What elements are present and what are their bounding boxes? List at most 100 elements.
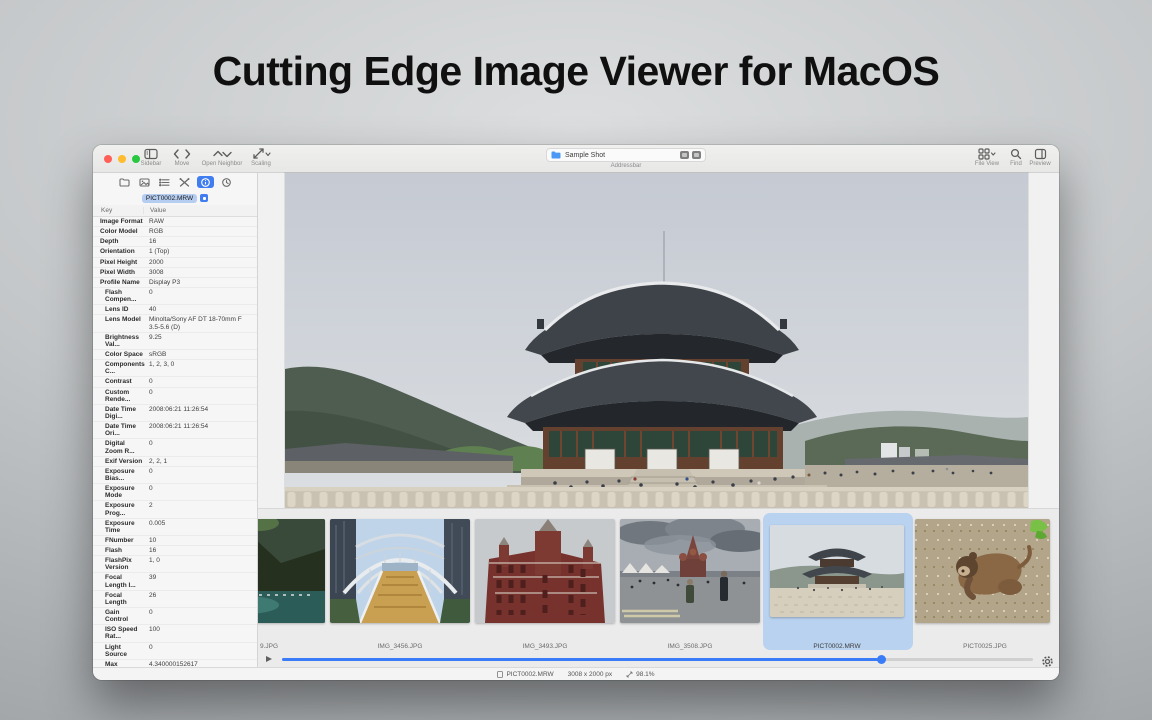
metadata-row[interactable]: Exposure Bias... 0	[93, 467, 257, 484]
metadata-value: 10	[143, 537, 257, 544]
metadata-row[interactable]: Exposure Prog... 2	[93, 501, 257, 518]
selected-file-chip[interactable]: PICT0002.MRW	[142, 194, 197, 203]
toolbar-group-label: Scaling	[251, 161, 271, 167]
metadata-row[interactable]: Color Space sRGB	[93, 350, 257, 360]
metadata-value: 0	[143, 485, 257, 499]
file-view-button[interactable]: File View	[967, 148, 1007, 167]
addressbar-value: Sample Shot	[565, 152, 680, 159]
metadata-row[interactable]: Gain Control 0	[93, 608, 257, 625]
tab-image[interactable]	[137, 176, 152, 188]
metadata-row[interactable]: Lens Model Minolta/Sony AF DT 18-70mm F …	[93, 315, 257, 332]
search-icon	[1010, 148, 1022, 160]
metadata-row[interactable]: Depth 16	[93, 237, 257, 247]
metadata-row[interactable]: Image Format RAW	[93, 217, 257, 227]
preview-button[interactable]: Preview	[1025, 148, 1055, 167]
metadata-row[interactable]: FlashPix Version 1, 0	[93, 556, 257, 573]
thumbnail-museum[interactable]: IMG_3493.JPG	[475, 519, 615, 623]
addressbar-badge-icon[interactable]	[692, 151, 701, 159]
metadata-row[interactable]: Brightness Val... 9.25	[93, 333, 257, 350]
metadata-row[interactable]: Lens ID 40	[93, 305, 257, 315]
metadata-value: 39	[143, 574, 257, 588]
main-image-palace[interactable]	[285, 173, 1028, 508]
metadata-row[interactable]: Focal Length 26	[93, 591, 257, 608]
app-window: Sidebar Move Open Neighbor Scaling Sampl…	[93, 145, 1059, 680]
metadata-key: Exposure Time	[93, 520, 143, 534]
metadata-key: Exposure Prog...	[93, 502, 143, 516]
metadata-row[interactable]: Color Model RGB	[93, 227, 257, 237]
tab-list[interactable]	[157, 176, 172, 188]
metadata-row[interactable]: Focal Length I... 39	[93, 573, 257, 590]
metadata-row[interactable]: Digital Zoom R... 0	[93, 439, 257, 456]
metadata-value: 0	[143, 289, 257, 303]
position-slider[interactable]	[282, 658, 1033, 661]
thumbnail-monkey[interactable]: PICT0025.JPG	[915, 519, 1055, 623]
metadata-row[interactable]: Exif Version 2, 2, 1	[93, 457, 257, 467]
close-button[interactable]	[104, 155, 112, 163]
metadata-value: 0	[143, 440, 257, 454]
metadata-row[interactable]: Profile Name Display P3	[93, 278, 257, 288]
folder-icon	[551, 146, 561, 164]
metadata-row[interactable]: Light Source 0	[93, 643, 257, 660]
metadata-value: 0	[143, 468, 257, 482]
metadata-row[interactable]: Orientation 1 (Top)	[93, 247, 257, 257]
addressbar-badge-icon[interactable]	[680, 151, 689, 159]
metadata-row[interactable]: Exposure Time 0.005	[93, 519, 257, 536]
metadata-key: Exposure Bias...	[93, 468, 143, 482]
metadata-row[interactable]: Date Time Ori... 2008:06:21 11:26:54	[93, 422, 257, 439]
tab-info-selected[interactable]	[197, 176, 214, 188]
file-type-badge	[200, 194, 208, 202]
tab-history[interactable]	[219, 176, 234, 188]
metadata-sidebar: PICT0002.MRW Key Value Image Format RAW …	[93, 173, 258, 667]
thumbnail-label: IMG_3456.JPG	[330, 643, 470, 650]
open-neighbor-buttons[interactable]: Open Neighbor	[199, 148, 245, 167]
thumbnail-label: IMG_3493.JPG	[475, 643, 615, 650]
file-icon	[497, 671, 503, 678]
sidebar-toggle-button[interactable]: Sidebar	[133, 148, 169, 167]
metadata-row[interactable]: FNumber 10	[93, 536, 257, 546]
slider-knob[interactable]	[877, 655, 886, 664]
metadata-row[interactable]: Custom Rende... 0	[93, 388, 257, 405]
tab-tools[interactable]	[177, 176, 192, 188]
metadata-value: 16	[143, 547, 257, 554]
metadata-key: Contrast	[93, 378, 143, 385]
metadata-row[interactable]: ISO Speed Rat... 100	[93, 625, 257, 642]
value-column-header[interactable]: Value	[143, 207, 166, 214]
metadata-key: Color Model	[93, 228, 143, 235]
thumbnail-red-square[interactable]: IMG_3508.JPG	[620, 519, 760, 623]
metadata-key: Light Source	[93, 644, 143, 658]
tab-files[interactable]	[117, 176, 132, 188]
move-buttons[interactable]: Move	[165, 148, 199, 167]
minimize-button[interactable]	[118, 155, 126, 163]
metadata-key: Exposure Mode	[93, 485, 143, 499]
metadata-value: 1 (Top)	[143, 248, 257, 255]
metadata-key: Pixel Height	[93, 259, 143, 266]
scaling-button[interactable]: Scaling	[245, 148, 277, 167]
metadata-value: 2	[143, 502, 257, 516]
metadata-value: 100	[143, 626, 257, 640]
metadata-row[interactable]: Max Aperture... 4.340000152617	[93, 660, 257, 667]
addressbar-group: Sample Shot Addressbar	[546, 148, 706, 169]
metadata-value: 0	[143, 378, 257, 385]
selected-file-row: PICT0002.MRW	[93, 191, 257, 205]
metadata-key: Lens Model	[93, 316, 143, 330]
play-icon[interactable]	[266, 656, 272, 662]
status-zoom-group: 98.1%	[626, 671, 654, 678]
museum-thumb-image	[475, 519, 615, 623]
metadata-row[interactable]: Flash Compen... 0	[93, 288, 257, 305]
thumbnail-bridge[interactable]: IMG_3456.JPG	[330, 519, 470, 623]
metadata-key: Date Time Ori...	[93, 423, 143, 437]
metadata-row[interactable]: Date Time Digi... 2008:06:21 11:26:54	[93, 405, 257, 422]
metadata-value: 9.25	[143, 334, 257, 348]
metadata-row[interactable]: Pixel Height 2000	[93, 258, 257, 268]
metadata-row[interactable]: Pixel Width 3008	[93, 268, 257, 278]
metadata-key: Digital Zoom R...	[93, 440, 143, 454]
metadata-row[interactable]: Flash 16	[93, 546, 257, 556]
key-column-header[interactable]: Key	[93, 207, 143, 214]
thumbnail-waterfall[interactable]: 9.JPG	[258, 519, 325, 623]
addressbar-field[interactable]: Sample Shot	[546, 148, 706, 162]
metadata-row[interactable]: Components C... 1, 2, 3, 0	[93, 360, 257, 377]
thumbnail-palace-selected[interactable]: PICT0002.MRW	[767, 519, 907, 617]
metadata-value: 16	[143, 238, 257, 245]
metadata-row[interactable]: Exposure Mode 0	[93, 484, 257, 501]
metadata-row[interactable]: Contrast 0	[93, 377, 257, 387]
